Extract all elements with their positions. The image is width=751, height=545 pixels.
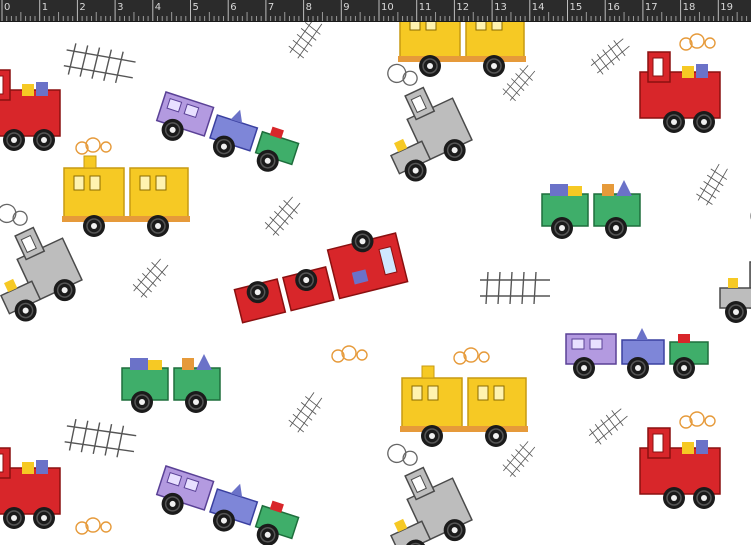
gray-engine-center <box>357 48 479 187</box>
red-engine-right <box>640 52 720 133</box>
smoke-puff <box>75 137 112 155</box>
purple-train-right <box>566 328 708 379</box>
pattern-artwork <box>0 22 751 545</box>
ruler-ticks <box>1 0 748 21</box>
rail-track <box>285 389 327 436</box>
ruler-label: 2 <box>79 2 86 13</box>
ruler-label: 10 <box>381 2 394 13</box>
yellow-bus-center <box>400 366 528 447</box>
horizontal-ruler[interactable]: 0 1 2 3 4 5 6 7 8 9 10 11 12 13 14 15 16 17 18 19 <box>0 0 751 22</box>
ruler-label: 6 <box>230 2 237 13</box>
ruler-label: 4 <box>154 2 162 13</box>
ruler-label: 1 <box>41 2 49 13</box>
rail-track <box>499 62 539 104</box>
ruler-label: 17 <box>644 2 658 13</box>
rail-track <box>129 255 173 301</box>
ruler-label: 19 <box>720 2 734 13</box>
red-train-center <box>233 227 409 324</box>
ruler-label: 7 <box>267 2 275 13</box>
ruler-label: 11 <box>418 2 432 13</box>
smoke-puff <box>679 33 716 51</box>
green-truck-left <box>122 354 220 413</box>
rail-track <box>261 193 305 239</box>
green-truck-right <box>542 180 640 239</box>
gray-engine-right <box>720 207 751 323</box>
purple-train-top <box>152 86 303 178</box>
yellow-bus-left <box>62 156 190 237</box>
rail-track <box>479 271 551 305</box>
ruler-label: 3 <box>117 2 124 13</box>
rail-track <box>62 417 139 461</box>
ruler-label: 14 <box>531 2 545 13</box>
rail-track <box>587 34 633 78</box>
rail-track <box>499 438 539 480</box>
smoke-puff <box>331 345 368 363</box>
smoke-puff <box>75 517 112 535</box>
ruler-label: 15 <box>569 2 583 13</box>
ruler-label: 16 <box>607 2 620 13</box>
yellow-bus-top <box>398 22 526 77</box>
ruler-label: 18 <box>682 2 696 13</box>
ruler-label: 12 <box>456 2 470 13</box>
red-engine-left <box>0 70 60 151</box>
rail-track <box>61 41 138 87</box>
rail-track <box>585 404 631 448</box>
rail-track <box>693 161 733 209</box>
gray-engine-bottom <box>357 428 479 545</box>
purple-train-bottom <box>152 460 303 545</box>
rail-track <box>285 22 327 62</box>
red-engine-bottom-right <box>640 428 720 509</box>
ruler-label: 9 <box>343 2 350 13</box>
red-engine-bottom-left <box>0 448 60 529</box>
smoke-puff <box>679 411 716 429</box>
ruler-label: 13 <box>494 2 507 13</box>
ruler-label: 5 <box>192 2 199 13</box>
document-canvas[interactable] <box>0 22 751 545</box>
ruler-label: 8 <box>305 2 312 13</box>
ruler-label: 0 <box>4 2 11 13</box>
smoke-puff <box>453 347 490 365</box>
